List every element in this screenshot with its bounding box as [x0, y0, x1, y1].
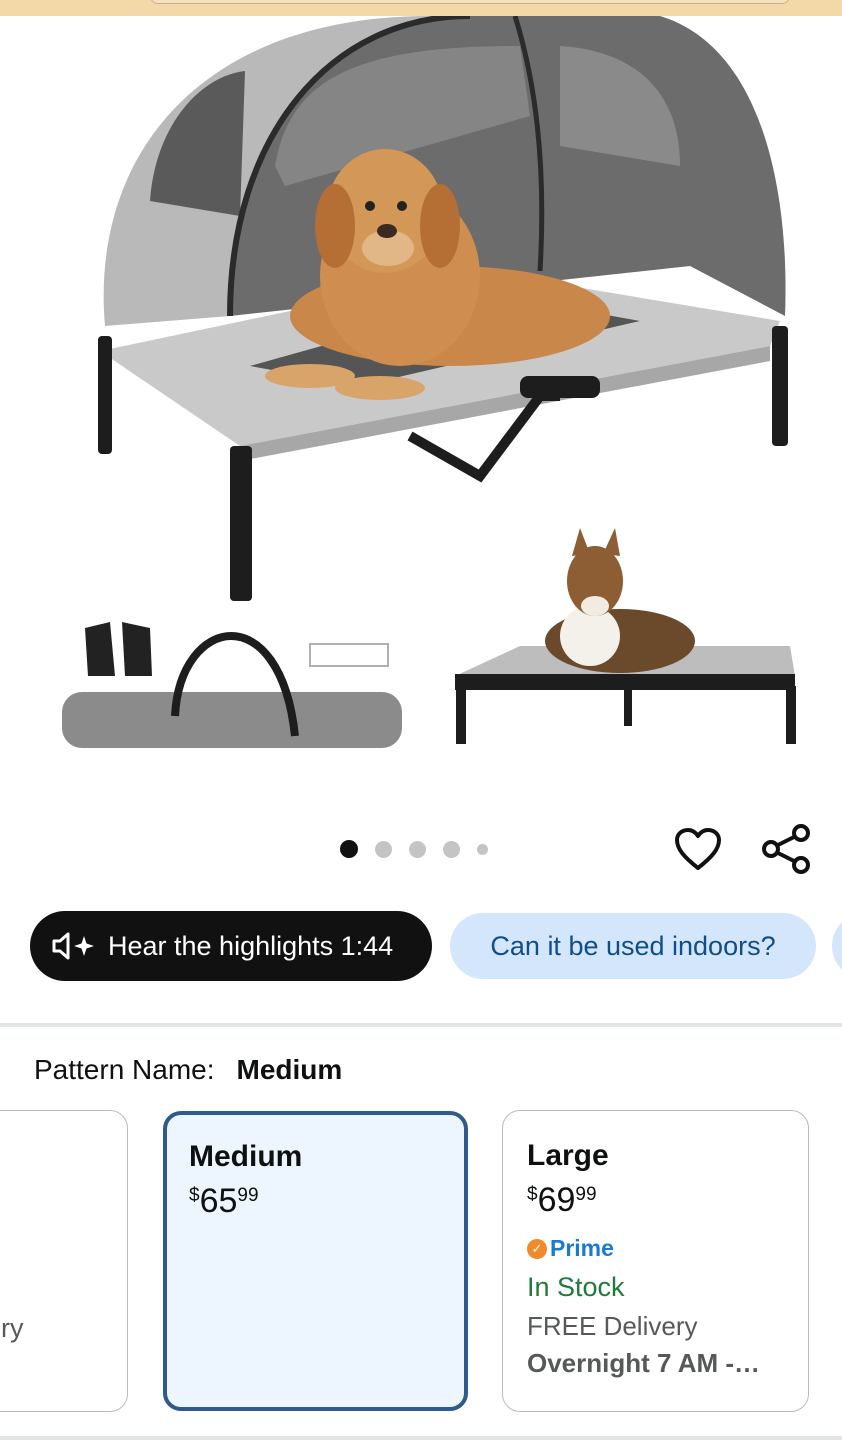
product-illustration: [62, 16, 796, 748]
carousel-dot-5[interactable]: [477, 843, 488, 855]
share-button[interactable]: [756, 822, 816, 876]
image-carousel-dots[interactable]: [340, 840, 488, 858]
product-image[interactable]: [0, 16, 842, 776]
variant-card-medium[interactable]: Medium $ 65 99: [163, 1111, 468, 1411]
price-currency: $: [527, 1184, 538, 1205]
search-pill-edge: [150, 0, 790, 4]
variant-price: $ 69 99: [527, 1183, 784, 1217]
prime-badge: ✓ Prime: [527, 1235, 784, 1262]
question-chip-next[interactable]: [832, 913, 842, 979]
delivery-time: Overnight 7 AM -…: [527, 1348, 761, 1378]
variant-name: Medium: [189, 1140, 303, 1173]
bottom-divider: [0, 1436, 842, 1440]
stock-status: In Stock: [527, 1272, 625, 1302]
favorite-button[interactable]: [670, 822, 726, 876]
pattern-label: Pattern Name:: [34, 1054, 215, 1085]
hear-highlights-button[interactable]: Hear the highlights 1:44: [30, 911, 432, 981]
top-bar-strip: [0, 0, 842, 16]
share-icon: [762, 824, 810, 874]
price-currency: $: [189, 1185, 200, 1206]
price-whole: 69: [537, 1181, 576, 1219]
carousel-dot-3[interactable]: [409, 840, 426, 858]
variant-price: $ 65 99: [189, 1184, 442, 1218]
carousel-dot-4[interactable]: [443, 840, 460, 858]
speaker-sparkle-icon: [52, 932, 94, 960]
pattern-value: Medium: [236, 1054, 343, 1085]
prime-check-icon: ✓: [527, 1238, 547, 1259]
carousel-dot-1[interactable]: [340, 840, 358, 858]
section-divider: [0, 1023, 842, 1027]
variant-partial-text: ry: [1, 1313, 24, 1343]
suggestion-chips: Hear the highlights 1:44 Can it be used …: [30, 911, 842, 981]
price-cents: 99: [237, 1185, 259, 1206]
prime-label: Prime: [550, 1235, 614, 1261]
pattern-name-row: Pattern Name: Medium: [34, 1054, 342, 1086]
price-cents: 99: [575, 1184, 597, 1205]
price-whole: 65: [199, 1182, 238, 1220]
carousel-dot-2[interactable]: [375, 840, 392, 858]
hear-highlights-label: Hear the highlights 1:44: [108, 930, 394, 961]
variant-card-small[interactable]: ry: [0, 1110, 128, 1412]
variant-card-large[interactable]: Large $ 69 99 ✓ Prime In Stock FREE Deli…: [502, 1110, 809, 1412]
question-chip[interactable]: Can it be used indoors?: [450, 913, 816, 979]
heart-icon: [675, 828, 721, 870]
variant-name: Large: [527, 1139, 609, 1172]
delivery-info: FREE Delivery: [527, 1311, 698, 1341]
question-chip-label: Can it be used indoors?: [490, 930, 776, 961]
